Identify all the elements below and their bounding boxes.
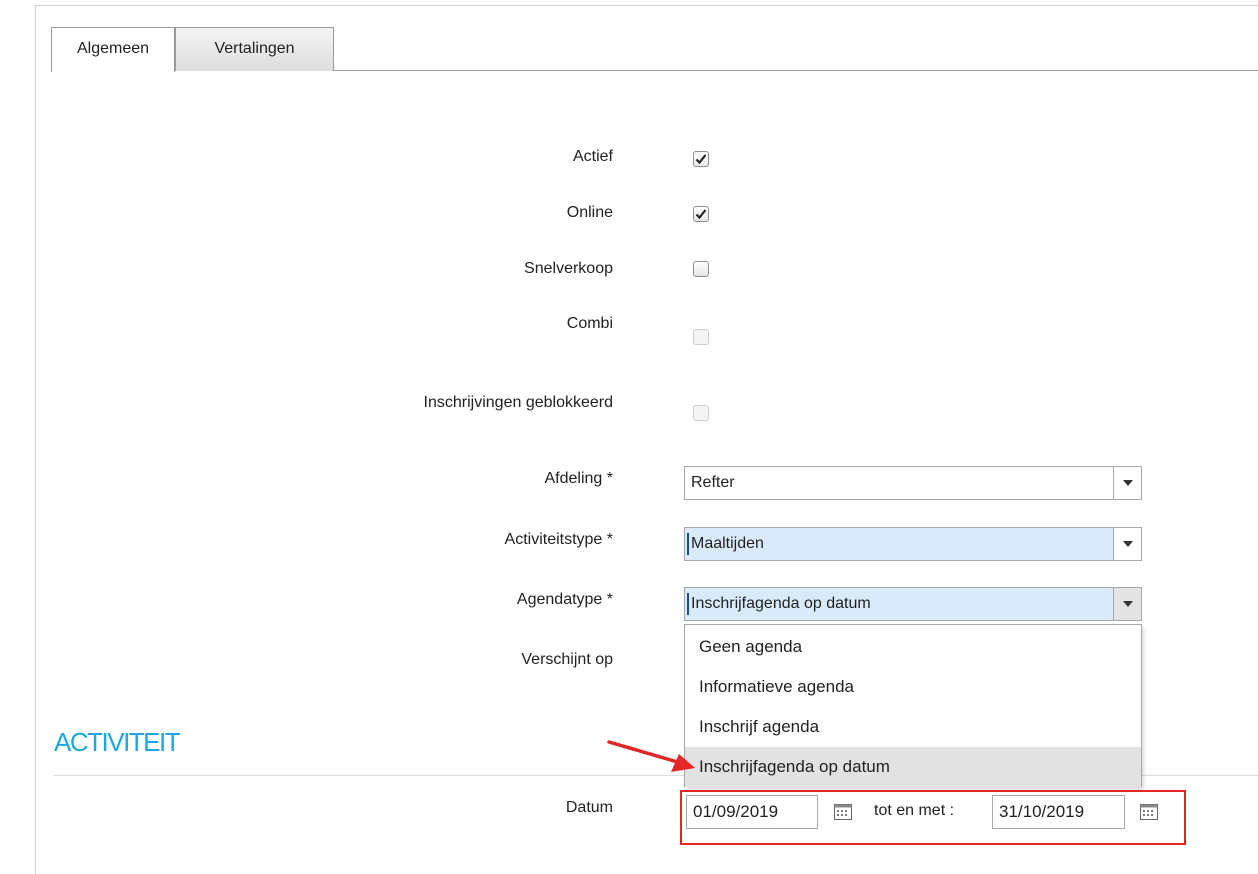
option-geen-agenda[interactable]: Geen agenda — [685, 627, 1141, 667]
snelverkoop-label: Snelverkoop — [524, 260, 613, 277]
agendatype-select[interactable]: Inschrijfagenda op datum — [684, 587, 1142, 621]
agendatype-dropdown-list: Geen agenda Informatieve agenda Inschrij… — [684, 624, 1142, 787]
verschijnt-op-label: Verschijnt op — [521, 651, 613, 668]
inschrijvingen-geblokkeerd-checkbox[interactable] — [693, 405, 709, 421]
focus-indicator — [687, 533, 689, 555]
tab-baseline — [175, 70, 1258, 71]
option-informatieve-agenda[interactable]: Informatieve agenda — [685, 667, 1141, 707]
combi-label: Combi — [566, 315, 613, 332]
option-inschrijf-agenda[interactable]: Inschrijf agenda — [685, 707, 1141, 747]
panel-border-top — [35, 5, 1258, 6]
checkmark-icon — [695, 154, 707, 165]
chevron-down-icon[interactable] — [1113, 467, 1141, 499]
option-inschrijfagenda-op-datum[interactable]: Inschrijfagenda op datum — [685, 747, 1141, 787]
agendatype-label: Agendatype * — [516, 591, 613, 608]
afdeling-select[interactable]: Refter — [684, 466, 1142, 500]
snelverkoop-checkbox[interactable] — [693, 261, 709, 277]
date-from-input[interactable]: 01/09/2019 — [686, 795, 818, 829]
tab-vertalingen[interactable]: Vertalingen — [175, 27, 334, 71]
activiteitstype-label: Activiteitstype * — [504, 531, 613, 548]
red-arrow-icon — [607, 740, 695, 772]
checkmark-icon — [695, 209, 707, 220]
combi-checkbox[interactable] — [693, 329, 709, 345]
agendatype-value: Inschrijfagenda op datum — [691, 595, 871, 612]
actief-checkbox[interactable] — [693, 151, 709, 167]
calendar-icon[interactable] — [1140, 804, 1158, 820]
online-label: Online — [566, 204, 613, 221]
activiteitstype-select[interactable]: Maaltijden — [684, 527, 1142, 561]
focus-indicator — [687, 593, 689, 615]
actief-label: Actief — [572, 148, 613, 165]
inschrijvingen-geblokkeerd-label: Inschrijvingen geblokkeerd — [423, 394, 613, 411]
afdeling-label: Afdeling * — [544, 470, 614, 487]
tab-algemeen[interactable]: Algemeen — [51, 27, 175, 72]
activiteitstype-value: Maaltijden — [691, 535, 764, 552]
tab-bar: Algemeen Vertalingen — [35, 27, 1258, 72]
calendar-icon[interactable] — [834, 804, 852, 820]
date-range-separator: tot en met : — [874, 802, 955, 819]
afdeling-value: Refter — [691, 474, 735, 491]
date-to-input[interactable]: 31/10/2019 — [992, 795, 1125, 829]
datum-label: Datum — [565, 799, 613, 816]
section-title-activiteit: ACTIVITEIT — [54, 727, 181, 757]
chevron-down-icon[interactable] — [1113, 588, 1141, 620]
panel-border-left — [35, 5, 36, 874]
chevron-down-icon[interactable] — [1113, 528, 1141, 560]
online-checkbox[interactable] — [693, 206, 709, 222]
